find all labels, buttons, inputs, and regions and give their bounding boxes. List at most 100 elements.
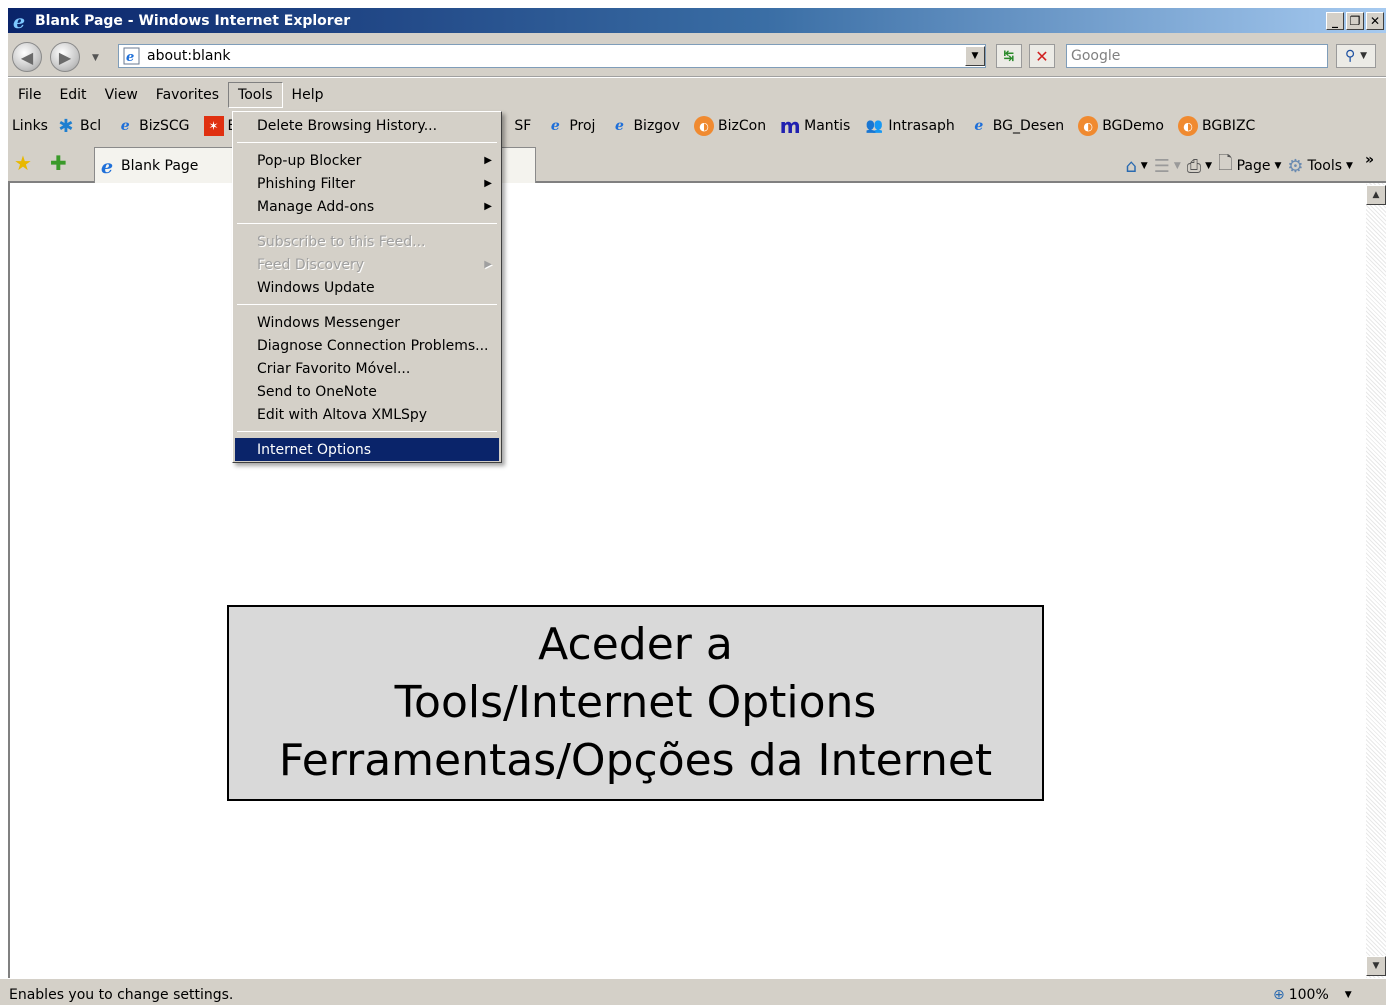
link-label: BGDemo: [1102, 118, 1164, 134]
svg-text:e: e: [13, 11, 25, 31]
menuitem-popup-blocker[interactable]: Pop-up Blocker ▶: [235, 149, 499, 172]
menuitem-label: Diagnose Connection Problems...: [257, 337, 489, 354]
print-button[interactable]: ⎙ ▼: [1187, 156, 1212, 177]
submenu-arrow-icon: ▶: [484, 178, 492, 189]
link-label: Intrasaph: [888, 118, 955, 134]
menu-favorites[interactable]: Favorites: [147, 82, 228, 108]
menu-separator: [237, 223, 497, 224]
address-value: about:blank: [147, 48, 231, 64]
instruction-callout: Aceder a Tools/Internet Options Ferramen…: [227, 605, 1044, 801]
menuitem-label: Manage Add-ons: [257, 198, 375, 215]
link-proj[interactable]: e Proj: [545, 116, 596, 136]
menu-edit[interactable]: Edit: [50, 82, 95, 108]
link-bizcon[interactable]: ◐ BizCon: [694, 116, 766, 136]
add-favorites-icon[interactable]: ✚: [50, 151, 67, 175]
search-button[interactable]: ⚲ ▼: [1336, 44, 1376, 68]
scroll-up-icon[interactable]: ▲: [1366, 185, 1386, 205]
menu-help[interactable]: Help: [283, 82, 333, 108]
link-bizgov[interactable]: e Bizgov: [609, 116, 680, 136]
menuitem-send-to-onenote[interactable]: Send to OneNote: [235, 380, 499, 403]
forward-arrow-icon: ▶: [58, 47, 72, 67]
back-button[interactable]: ◀: [12, 42, 42, 72]
chevron-more-icon[interactable]: »: [1365, 152, 1374, 168]
menuitem-windows-update[interactable]: Windows Update: [235, 276, 499, 299]
link-intrasaph[interactable]: 👥 Intrasaph: [864, 116, 955, 136]
maximize-button[interactable]: ❐: [1346, 11, 1364, 30]
menuitem-diagnose-connection[interactable]: Diagnose Connection Problems...: [235, 334, 499, 357]
menuitem-label: Delete Browsing History...: [257, 117, 438, 134]
page-menu-label: Page: [1236, 158, 1271, 174]
orange-globe-icon: ◐: [1078, 116, 1099, 136]
vertical-scrollbar[interactable]: ▲ ▼: [1366, 183, 1386, 978]
minimize-button[interactable]: _: [1326, 11, 1344, 30]
link-bg-desen[interactable]: e BG_Desen: [969, 116, 1064, 136]
refresh-button[interactable]: ↹: [996, 44, 1022, 68]
home-button[interactable]: ⌂ ▼: [1125, 156, 1147, 177]
menu-file[interactable]: File: [9, 82, 50, 108]
links-label: Links: [12, 118, 48, 134]
svg-text:e: e: [126, 50, 134, 65]
callout-line-3: Ferramentas/Opções da Internet: [278, 735, 993, 786]
link-bcl[interactable]: ✱ Bcl: [56, 115, 102, 137]
ie-page-icon: e: [120, 118, 130, 134]
forward-button[interactable]: ▶: [50, 42, 80, 72]
menuitem-windows-messenger[interactable]: Windows Messenger: [235, 311, 499, 334]
link-label: BizSCG: [139, 118, 190, 134]
menuitem-delete-browsing-history[interactable]: Delete Browsing History...: [235, 114, 499, 137]
link-bgdemo[interactable]: ◐ BGDemo: [1078, 116, 1164, 136]
svg-text:e: e: [101, 156, 113, 176]
zoom-icon: ⊕: [1273, 987, 1285, 1003]
link-bgbizc[interactable]: ◐ BGBIZC: [1178, 116, 1255, 136]
bank-icon: ✱: [58, 115, 74, 137]
menuitem-manage-addons[interactable]: Manage Add-ons ▶: [235, 195, 499, 218]
search-input[interactable]: Google: [1066, 44, 1328, 68]
scroll-down-icon[interactable]: ▼: [1366, 956, 1386, 976]
tools-menu-button[interactable]: ⚙ Tools ▼: [1287, 156, 1353, 177]
history-dropdown-icon[interactable]: ▼: [92, 53, 99, 63]
menuitem-criar-favorito-movel[interactable]: Criar Favorito Móvel...: [235, 357, 499, 380]
link-label: SF: [514, 118, 532, 134]
menuitem-label: Internet Options: [257, 441, 372, 458]
link-bizscg[interactable]: e BizSCG: [115, 116, 190, 136]
link-label: Proj: [569, 118, 596, 134]
submenu-arrow-icon: ▶: [484, 259, 492, 270]
menuitem-edit-altova-xmlspy[interactable]: Edit with Altova XMLSpy: [235, 403, 499, 426]
menu-separator: [237, 304, 497, 305]
link-mantis[interactable]: m Mantis: [780, 114, 851, 138]
close-button[interactable]: ✕: [1366, 11, 1384, 30]
page-content: [8, 183, 1366, 978]
address-dropdown-button[interactable]: ▼: [965, 46, 985, 66]
menuitem-feed-discovery: Feed Discovery ▶: [235, 253, 499, 276]
menu-separator: [237, 142, 497, 143]
page-icon: 🗋: [1218, 153, 1233, 174]
menuitem-internet-options[interactable]: Internet Options: [235, 438, 499, 461]
page-menu-button[interactable]: 🗋 Page ▼: [1218, 151, 1281, 181]
command-bar: ⌂ ▼ ☰ ▼ ⎙ ▼ 🗋 Page ▼ ⚙ Tools ▼ »: [1125, 151, 1374, 181]
menuitem-label: Pop-up Blocker: [257, 152, 362, 169]
home-icon: ⌂: [1125, 155, 1137, 177]
menu-separator: [237, 431, 497, 432]
back-arrow-icon: ◀: [20, 47, 34, 67]
address-bar[interactable]: e about:blank: [118, 44, 986, 68]
page-ie-icon: e: [123, 47, 140, 65]
zoom-dropdown-icon[interactable]: ▼: [1345, 990, 1352, 1000]
links-bar: Links ✱ Bcl e BizSCG ✶ E SF e Proj e Biz…: [8, 111, 1386, 141]
menu-view[interactable]: View: [96, 82, 147, 108]
search-options-icon[interactable]: ▼: [1360, 51, 1367, 61]
link-sf[interactable]: SF: [514, 118, 531, 134]
orange-globe-icon: ◐: [1178, 116, 1198, 136]
feeds-button[interactable]: ☰ ▼: [1154, 156, 1181, 177]
stop-button[interactable]: ✕: [1029, 44, 1055, 68]
search-icon: ⚲: [1344, 48, 1356, 64]
title-bar: e Blank Page - Windows Internet Explorer…: [8, 8, 1386, 33]
zoom-control[interactable]: ⊕ 100% ▼: [1273, 987, 1352, 1003]
ie-logo-icon: e: [13, 11, 25, 31]
favorites-star-icon[interactable]: ★: [14, 151, 32, 175]
link-label: Bcl: [79, 118, 102, 134]
menuitem-phishing-filter[interactable]: Phishing Filter ▶: [235, 172, 499, 195]
menuitem-label: Feed Discovery: [257, 256, 365, 273]
stop-icon: ✕: [1035, 46, 1049, 66]
menuitem-label: Send to OneNote: [257, 383, 377, 400]
menu-tools[interactable]: Tools: [228, 81, 283, 108]
orange-globe-icon: ◐: [694, 116, 715, 136]
